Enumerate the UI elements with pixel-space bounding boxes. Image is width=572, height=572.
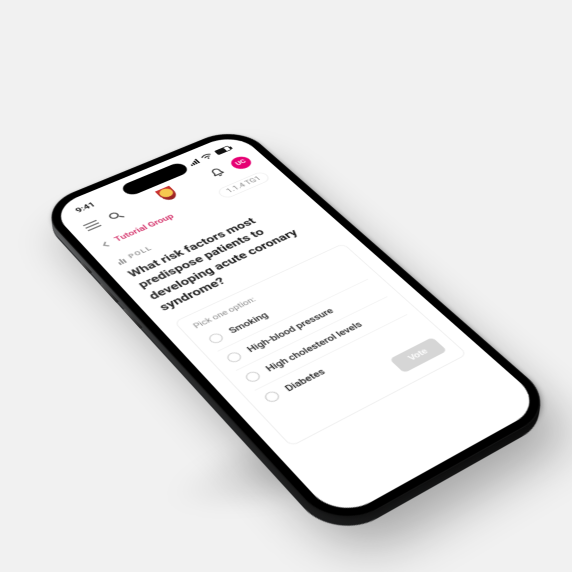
poll-option[interactable]: Diabetes	[255, 315, 427, 411]
cellular-signal-icon	[187, 158, 200, 166]
vote-button[interactable]: Vote	[389, 337, 447, 373]
app-logo	[155, 186, 180, 202]
search-button[interactable]	[105, 209, 126, 222]
battery-icon	[214, 145, 232, 155]
back-button[interactable]	[100, 240, 112, 248]
poll-option[interactable]: High cholesterol levels	[236, 297, 407, 391]
radio-icon	[243, 370, 262, 384]
menu-button[interactable]	[82, 219, 103, 233]
radio-icon	[262, 390, 281, 404]
poll-icon	[115, 257, 127, 265]
phone-device: 9:41	[36, 125, 560, 534]
wifi-icon	[197, 151, 217, 163]
poll-option-label: High cholesterol levels	[263, 320, 364, 374]
radio-icon	[207, 332, 225, 345]
avatar[interactable]: UC	[227, 154, 255, 171]
radio-icon	[225, 351, 244, 364]
poll-option-label: Diabetes	[283, 367, 328, 394]
poll-option-label: Smoking	[227, 311, 271, 336]
notifications-button[interactable]	[208, 166, 228, 178]
poll-option-label: High-blood pressure	[245, 306, 336, 354]
